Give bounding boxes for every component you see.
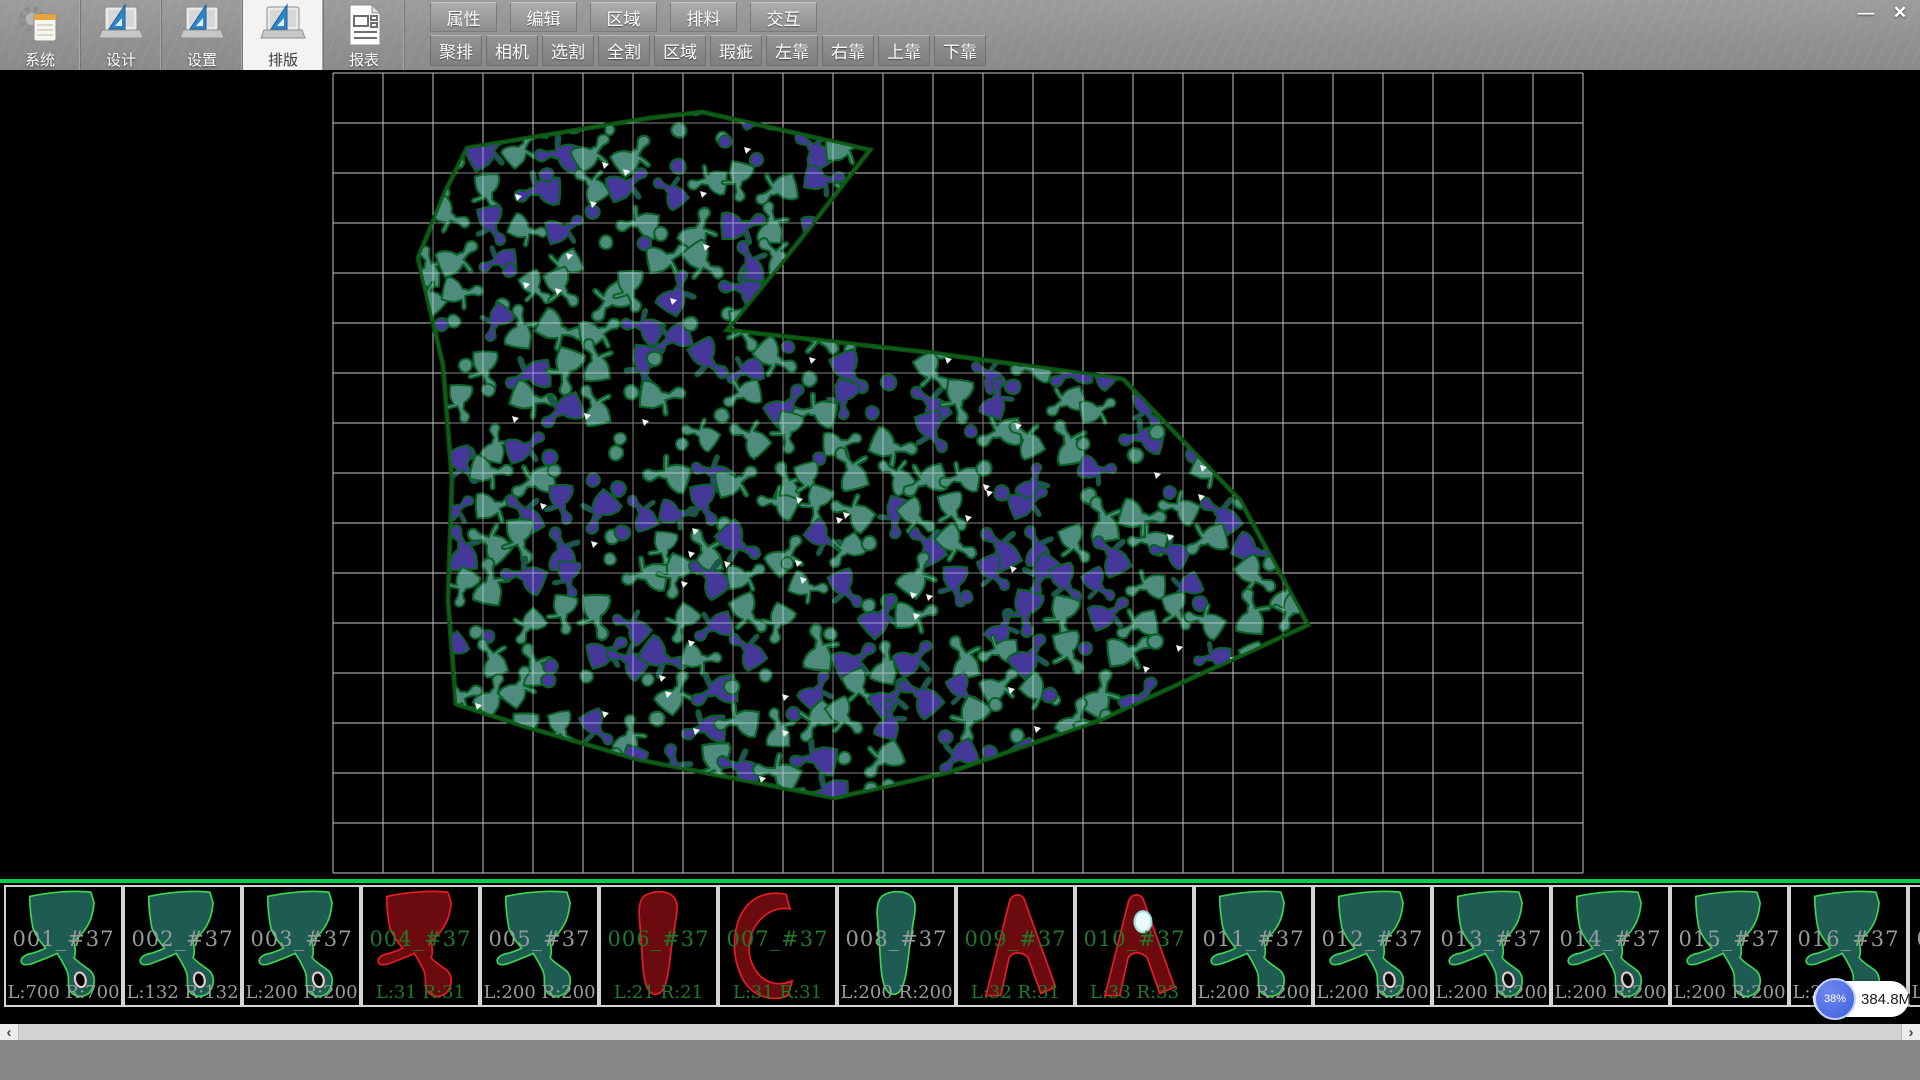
piece-thumbnail-2[interactable]: 002_#37L:132 R:132 xyxy=(123,885,242,1007)
piece-shape-icon xyxy=(126,888,239,1004)
main-toolbar: 系统 设计 设置 排版 报表 xyxy=(0,0,405,70)
piece-shape-icon xyxy=(1554,888,1667,1004)
close-button[interactable]: ✕ xyxy=(1886,2,1914,24)
piece-shape-icon xyxy=(245,888,358,1004)
menu-tab-1[interactable]: 属性 xyxy=(430,2,497,32)
tool-button-2[interactable]: 相机 xyxy=(486,35,538,66)
toolbar-button-label: 系统 xyxy=(25,49,55,70)
piece-thumbnail-13[interactable]: 013_#37L:200 R:200 xyxy=(1432,885,1551,1007)
scroll-right-button[interactable]: › xyxy=(1901,1024,1920,1040)
toolbar-button-design[interactable]: 设计 xyxy=(81,0,162,70)
menu-tab-2[interactable]: 编辑 xyxy=(510,2,577,32)
piece-shape-icon xyxy=(1911,888,1920,1004)
menu-tab-3[interactable]: 区域 xyxy=(590,2,657,32)
menu-tab-4[interactable]: 排料 xyxy=(670,2,737,32)
piece-shape-icon xyxy=(1197,888,1310,1004)
hide-nesting-drawing xyxy=(0,70,1920,880)
piece-thumbnail-3[interactable]: 003_#37L:200 R:200 xyxy=(242,885,361,1007)
separator-line xyxy=(0,879,1920,883)
piece-shape-icon xyxy=(1673,888,1786,1004)
toolbar-button-label: 报表 xyxy=(349,49,379,70)
toolbar-button-settings[interactable]: 设置 xyxy=(162,0,243,70)
toolbar-button-layout[interactable]: 排版 xyxy=(243,0,324,70)
design-icon xyxy=(98,2,144,48)
layout-icon xyxy=(260,2,306,48)
piece-thumbnail-5[interactable]: 005_#37L:200 R:200 xyxy=(480,885,599,1007)
piece-thumbnail-15[interactable]: 015_#37L:200 R:200 xyxy=(1670,885,1789,1007)
tool-button-row: 聚排相机选割全割区域瑕疵左靠右靠上靠下靠 xyxy=(430,35,990,66)
tool-button-1[interactable]: 聚排 xyxy=(430,35,482,66)
piece-thumbnail-12[interactable]: 012_#37L:200 R:200 xyxy=(1313,885,1432,1007)
toolbar-button-report[interactable]: 报表 xyxy=(324,0,405,70)
pieces-panel: 001_#37L:700 R:700002_#37L:132 R:132003_… xyxy=(0,885,1920,1009)
bottom-bar xyxy=(0,1040,1920,1080)
scroll-left-button[interactable]: ‹ xyxy=(0,1024,19,1040)
piece-thumbnail-7[interactable]: 007_#37L:31 R:31 xyxy=(718,885,837,1007)
progress-badge: 38% xyxy=(1814,978,1856,1020)
app-window: 系统设计设置排版报表 属性编辑区域排料交互 聚排相机选割全割区域瑕疵左靠右靠上靠… xyxy=(0,0,1920,1080)
piece-thumbnail-14[interactable]: 014_#37L:200 R:200 xyxy=(1551,885,1670,1007)
system-icon xyxy=(17,2,63,48)
window-controls: — ✕ xyxy=(1852,2,1914,24)
piece-shape-icon xyxy=(959,888,1072,1004)
tool-button-7[interactable]: 左靠 xyxy=(766,35,818,66)
tool-button-3[interactable]: 选割 xyxy=(542,35,594,66)
toolbar-button-label: 设计 xyxy=(106,49,136,70)
piece-thumbnail-10[interactable]: 010_#37L:33 R:33 xyxy=(1075,885,1194,1007)
piece-shape-icon xyxy=(483,888,596,1004)
tool-button-10[interactable]: 下靠 xyxy=(934,35,986,66)
report-icon xyxy=(341,2,387,48)
piece-shape-icon xyxy=(721,888,834,1004)
piece-thumbnail-6[interactable]: 006_#37L:21 R:21 xyxy=(599,885,718,1007)
piece-shape-icon xyxy=(602,888,715,1004)
status-pill: 38% 384.8M xyxy=(1813,981,1909,1017)
piece-shape-icon xyxy=(364,888,477,1004)
piece-thumbnail-8[interactable]: 008_#37L:200 R:200 xyxy=(837,885,956,1007)
menu-tab-5[interactable]: 交互 xyxy=(750,2,817,32)
tool-button-8[interactable]: 右靠 xyxy=(822,35,874,66)
toolbar-button-system[interactable]: 系统 xyxy=(0,0,81,70)
piece-thumbnail-4[interactable]: 004_#37L:31 R:31 xyxy=(361,885,480,1007)
piece-shape-icon xyxy=(1435,888,1548,1004)
menu-tab-row: 属性编辑区域排料交互 xyxy=(430,2,830,32)
tool-button-9[interactable]: 上靠 xyxy=(878,35,930,66)
tool-button-6[interactable]: 瑕疵 xyxy=(710,35,762,66)
settings-icon xyxy=(179,2,225,48)
titlebar: 系统设计设置排版报表 属性编辑区域排料交互 聚排相机选割全割区域瑕疵左靠右靠上靠… xyxy=(0,0,1920,71)
nesting-canvas[interactable] xyxy=(0,70,1920,880)
piece-shape-icon xyxy=(7,888,120,1004)
tool-button-4[interactable]: 全割 xyxy=(598,35,650,66)
toolbar-button-label: 排版 xyxy=(268,49,298,70)
horizontal-scrollbar[interactable]: ‹ › xyxy=(0,1024,1920,1040)
toolbar-button-label: 设置 xyxy=(187,49,217,70)
piece-shape-icon xyxy=(840,888,953,1004)
memory-label: 384.8M xyxy=(1861,981,1911,1017)
piece-shape-icon xyxy=(1078,888,1191,1004)
tool-button-5[interactable]: 区域 xyxy=(654,35,706,66)
minimize-button[interactable]: — xyxy=(1852,2,1880,24)
piece-thumbnail-1[interactable]: 001_#37L:700 R:700 xyxy=(4,885,123,1007)
piece-shape-icon xyxy=(1316,888,1429,1004)
piece-thumbnail-9[interactable]: 009_#37L:32 R:31 xyxy=(956,885,1075,1007)
piece-thumbnail-11[interactable]: 011_#37L:200 R:200 xyxy=(1194,885,1313,1007)
